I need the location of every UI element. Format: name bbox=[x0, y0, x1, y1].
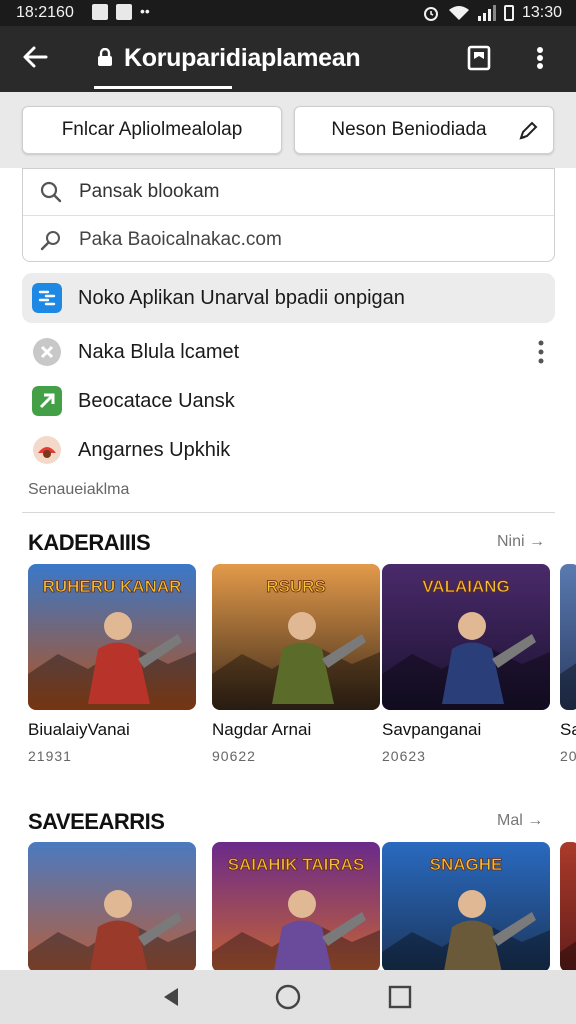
game-card-artwork[interactable] bbox=[560, 842, 576, 972]
game-title: Nagdar Arnai bbox=[212, 720, 312, 739]
game-art-image: VALAIANG bbox=[382, 564, 550, 710]
search-icon bbox=[40, 181, 62, 203]
alarm-icon bbox=[423, 7, 438, 21]
url-suggestion: Paka Baoicalnakac.com bbox=[79, 229, 282, 250]
notification-icons: •• bbox=[92, 4, 150, 20]
game-card-artwork[interactable]: SNAGHE bbox=[382, 842, 550, 972]
list-item[interactable]: Beocatace Uansk bbox=[22, 376, 555, 426]
more-vert-icon[interactable] bbox=[535, 339, 547, 365]
wifi-icon bbox=[448, 6, 469, 20]
game-title: Sa bbox=[560, 720, 576, 739]
game-year: 90622 bbox=[212, 748, 256, 764]
tab-label: Fnlcar Apliolmealolap bbox=[61, 119, 243, 140]
notification-icon bbox=[116, 4, 132, 20]
game-card-artwork[interactable] bbox=[560, 564, 576, 710]
more-notifications-icon: •• bbox=[140, 3, 150, 19]
notification-icon bbox=[92, 4, 108, 20]
search-input[interactable]: Pansak blookam bbox=[79, 181, 219, 203]
game-year: 20623 bbox=[382, 748, 426, 764]
game-art-title: VALAIANG bbox=[422, 577, 510, 596]
status-clock-right: 13:30 bbox=[521, 4, 562, 21]
arrow-right-icon: → bbox=[529, 533, 546, 550]
url-row[interactable]: Paka Baoicalnakac.com bbox=[23, 217, 554, 263]
game-art-title: RUHERU KANAR bbox=[43, 577, 182, 596]
game-art-image bbox=[28, 842, 196, 972]
back-arrow-icon[interactable] bbox=[20, 42, 50, 79]
game-title: BiualaiyVanai bbox=[28, 720, 130, 739]
status-bar: 18:2160 •• 13:30 bbox=[0, 0, 576, 26]
game-title: Savpanganai bbox=[382, 720, 482, 739]
app-icon bbox=[33, 436, 61, 464]
bookmark-icon[interactable] bbox=[466, 45, 492, 71]
section-title: KADERAIIIS bbox=[28, 530, 151, 555]
game-card-artwork[interactable]: RSURS bbox=[212, 564, 380, 710]
edit-pen-icon bbox=[519, 121, 538, 140]
nav-home-icon[interactable] bbox=[274, 983, 302, 1011]
arrow-right-icon: → bbox=[527, 812, 544, 829]
game-card-artwork[interactable]: RUHERU KANAR bbox=[28, 564, 196, 710]
page-title: Koruparidiaplamean bbox=[124, 44, 361, 72]
tab-label: Neson Beniodiada bbox=[331, 119, 487, 140]
system-nav-bar bbox=[0, 970, 576, 1024]
list-item[interactable]: Noko Aplikan Unarval bpadii onpigan bbox=[22, 273, 555, 323]
game-art-image: RSURS bbox=[212, 564, 380, 710]
divider bbox=[22, 512, 555, 513]
title-underline bbox=[94, 86, 232, 89]
tab-button-primary[interactable]: Fnlcar Apliolmealolap bbox=[22, 106, 282, 154]
game-art-image: RUHERU KANAR bbox=[28, 564, 196, 710]
list-item-label: Beocatace Uansk bbox=[78, 389, 235, 412]
search-row[interactable]: Pansak blookam bbox=[23, 169, 554, 216]
game-art-title: SNAGHE bbox=[430, 855, 503, 874]
tab-button-secondary[interactable]: Neson Beniodiada bbox=[294, 106, 554, 154]
game-art-image: SAIAHIK TAIRAS bbox=[212, 842, 380, 972]
game-art-title: RSURS bbox=[266, 577, 326, 596]
list-item-label: Noko Aplikan Unarval bpadii onpigan bbox=[78, 286, 405, 309]
status-time: 18:2160 bbox=[16, 4, 74, 21]
game-year: 20 bbox=[560, 748, 576, 764]
status-icons-right: 13:30 bbox=[422, 4, 562, 22]
nav-back-icon[interactable] bbox=[158, 983, 186, 1011]
section-title: SAVEEARRIS bbox=[28, 809, 165, 834]
app-icon bbox=[33, 338, 61, 366]
see-more-link[interactable]: Mal → bbox=[497, 812, 543, 830]
game-card-artwork[interactable]: SAIAHIK TAIRAS bbox=[212, 842, 380, 972]
signal-icon bbox=[477, 5, 496, 21]
search-panel: Pansak blookam Paka Baoicalnakac.com bbox=[22, 168, 555, 262]
game-art-image bbox=[560, 564, 576, 710]
nav-recents-icon[interactable] bbox=[386, 983, 414, 1011]
game-card-artwork[interactable] bbox=[28, 842, 196, 972]
tab-row: Fnlcar Apliolmealolap Neson Beniodiada bbox=[0, 92, 576, 168]
battery-icon bbox=[503, 5, 514, 21]
app-icon bbox=[32, 386, 62, 416]
game-art-title: SAIAHIK TAIRAS bbox=[228, 855, 365, 874]
list-item-label: Naka Blula lcamet bbox=[78, 340, 240, 363]
more-vert-icon[interactable] bbox=[528, 42, 552, 74]
app-bar: Koruparidiaplamean bbox=[0, 26, 576, 92]
game-card-artwork[interactable]: VALAIANG bbox=[382, 564, 550, 710]
see-more-link[interactable]: Nini → bbox=[497, 533, 545, 551]
game-art-image bbox=[560, 842, 576, 972]
list-item-label: Angarnes Upkhik bbox=[78, 438, 231, 461]
list-item[interactable]: Naka Blula lcamet bbox=[22, 327, 555, 377]
game-year: 21931 bbox=[28, 748, 72, 764]
app-icon bbox=[32, 283, 62, 313]
list-item[interactable]: Angarnes Upkhik bbox=[22, 425, 555, 475]
lock-icon bbox=[98, 48, 112, 66]
section-caption: Senaueiaklma bbox=[28, 481, 130, 498]
game-art-image: SNAGHE bbox=[382, 842, 550, 972]
search-icon bbox=[40, 231, 60, 251]
